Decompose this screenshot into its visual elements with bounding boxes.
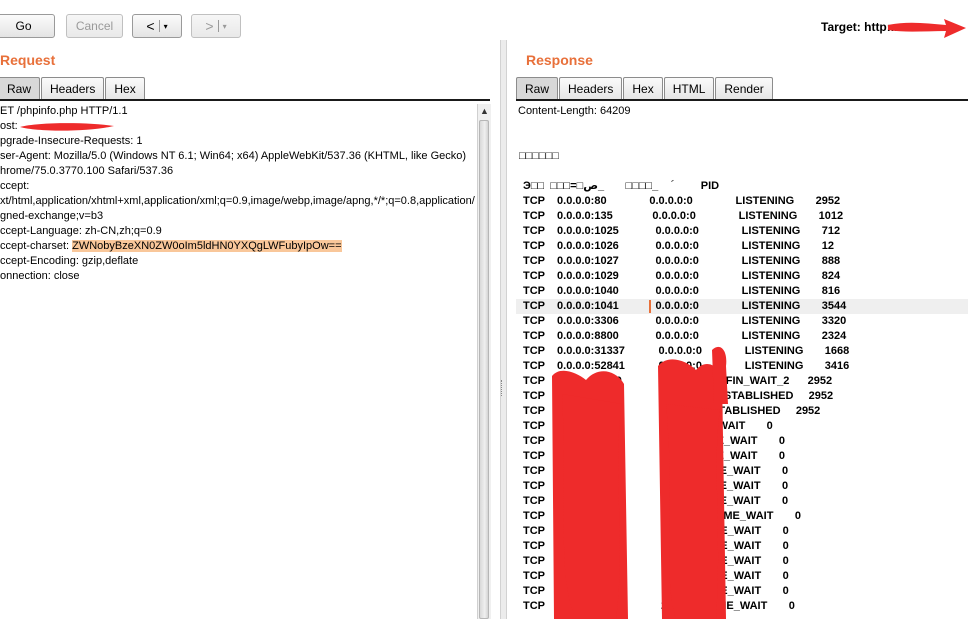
request-tab-underline [0,99,490,101]
go-label: Go [15,19,32,33]
back-history-dropdown-icon[interactable]: ▾ [164,22,168,31]
scroll-up-arrow-icon[interactable]: ▲ [480,106,489,116]
response-tab-underline [516,99,968,101]
request-title: Request [0,52,56,68]
request-line: ccept-Language: zh-CN,zh;q=0.9 [0,225,162,237]
back-button[interactable]: < ▾ [132,14,182,38]
request-line: ET /phpinfo.php HTTP/1.1 [0,105,128,117]
go-button[interactable]: Go [0,14,55,38]
request-tab-headers[interactable]: Headers [41,77,105,99]
host-redaction-mark [20,123,114,131]
button-separator [217,20,219,32]
cancel-label: Cancel [75,19,114,33]
response-title: Response [526,52,593,68]
pane-splitter[interactable] [500,40,507,619]
request-scrollbar[interactable]: ▲ [477,104,491,619]
button-separator [158,20,160,32]
forward-history-dropdown-icon[interactable]: ▾ [223,22,227,31]
request-line: ser-Agent: Mozilla/5.0 (Windows NT 6.1; … [0,150,467,162]
response-tab-hex[interactable]: Hex [623,77,663,99]
request-line: ccept: [0,180,30,192]
request-line: gned-exchange;v=b3 [0,210,104,222]
splitter-grip-icon[interactable] [501,380,505,396]
response-tab-render[interactable]: Render [715,77,773,99]
response-tab-html[interactable]: HTML [663,77,715,99]
request-editor[interactable]: ET /phpinfo.php HTTP/1.1 ost: pgrade-Ins… [0,104,476,619]
toolbar: Go Cancel < ▾ > ▾ Target: http:... [0,0,968,48]
charset-value-highlight[interactable]: ZWNobyBzeXN0ZW0oIm5ldHN0YXQgLWFubyIpOw== [72,240,342,252]
response-tabs: Raw Headers Hex HTML Render [516,77,774,100]
request-line: ccept-Encoding: gzip,deflate [0,255,139,267]
response-viewer[interactable]: Content-Length: 64209 □□□□□□ Э□□ □□□=□ص_… [516,104,968,619]
response-tab-headers[interactable]: Headers [559,77,623,99]
request-line: xt/html,application/xhtml+xml,applicatio… [0,195,475,207]
request-tabs: Raw Headers Hex [0,77,146,100]
request-line: hrome/75.0.3770.100 Safari/537.36 [0,165,174,177]
request-line: pgrade-Insecure-Requests: 1 [0,135,143,147]
cancel-button[interactable]: Cancel [66,14,123,38]
redaction-arrow-mark [888,19,966,38]
charset-key: ccept-charset: [0,240,73,252]
request-tab-raw[interactable]: Raw [0,77,41,99]
response-redaction-scribble [552,346,728,619]
request-line: onnection: close [0,270,80,282]
forward-arrow-icon: > [205,18,214,34]
forward-button[interactable]: > ▾ [191,14,241,38]
request-tab-hex[interactable]: Hex [105,77,145,99]
response-tab-raw[interactable]: Raw [516,77,559,99]
scroll-thumb[interactable] [479,120,489,619]
request-line: ost: [0,120,18,132]
request-line-charset: ccept-charset: ZWNobyBzeXN0ZW0oIm5ldHN0Y… [0,239,342,254]
back-arrow-icon: < [146,18,155,34]
